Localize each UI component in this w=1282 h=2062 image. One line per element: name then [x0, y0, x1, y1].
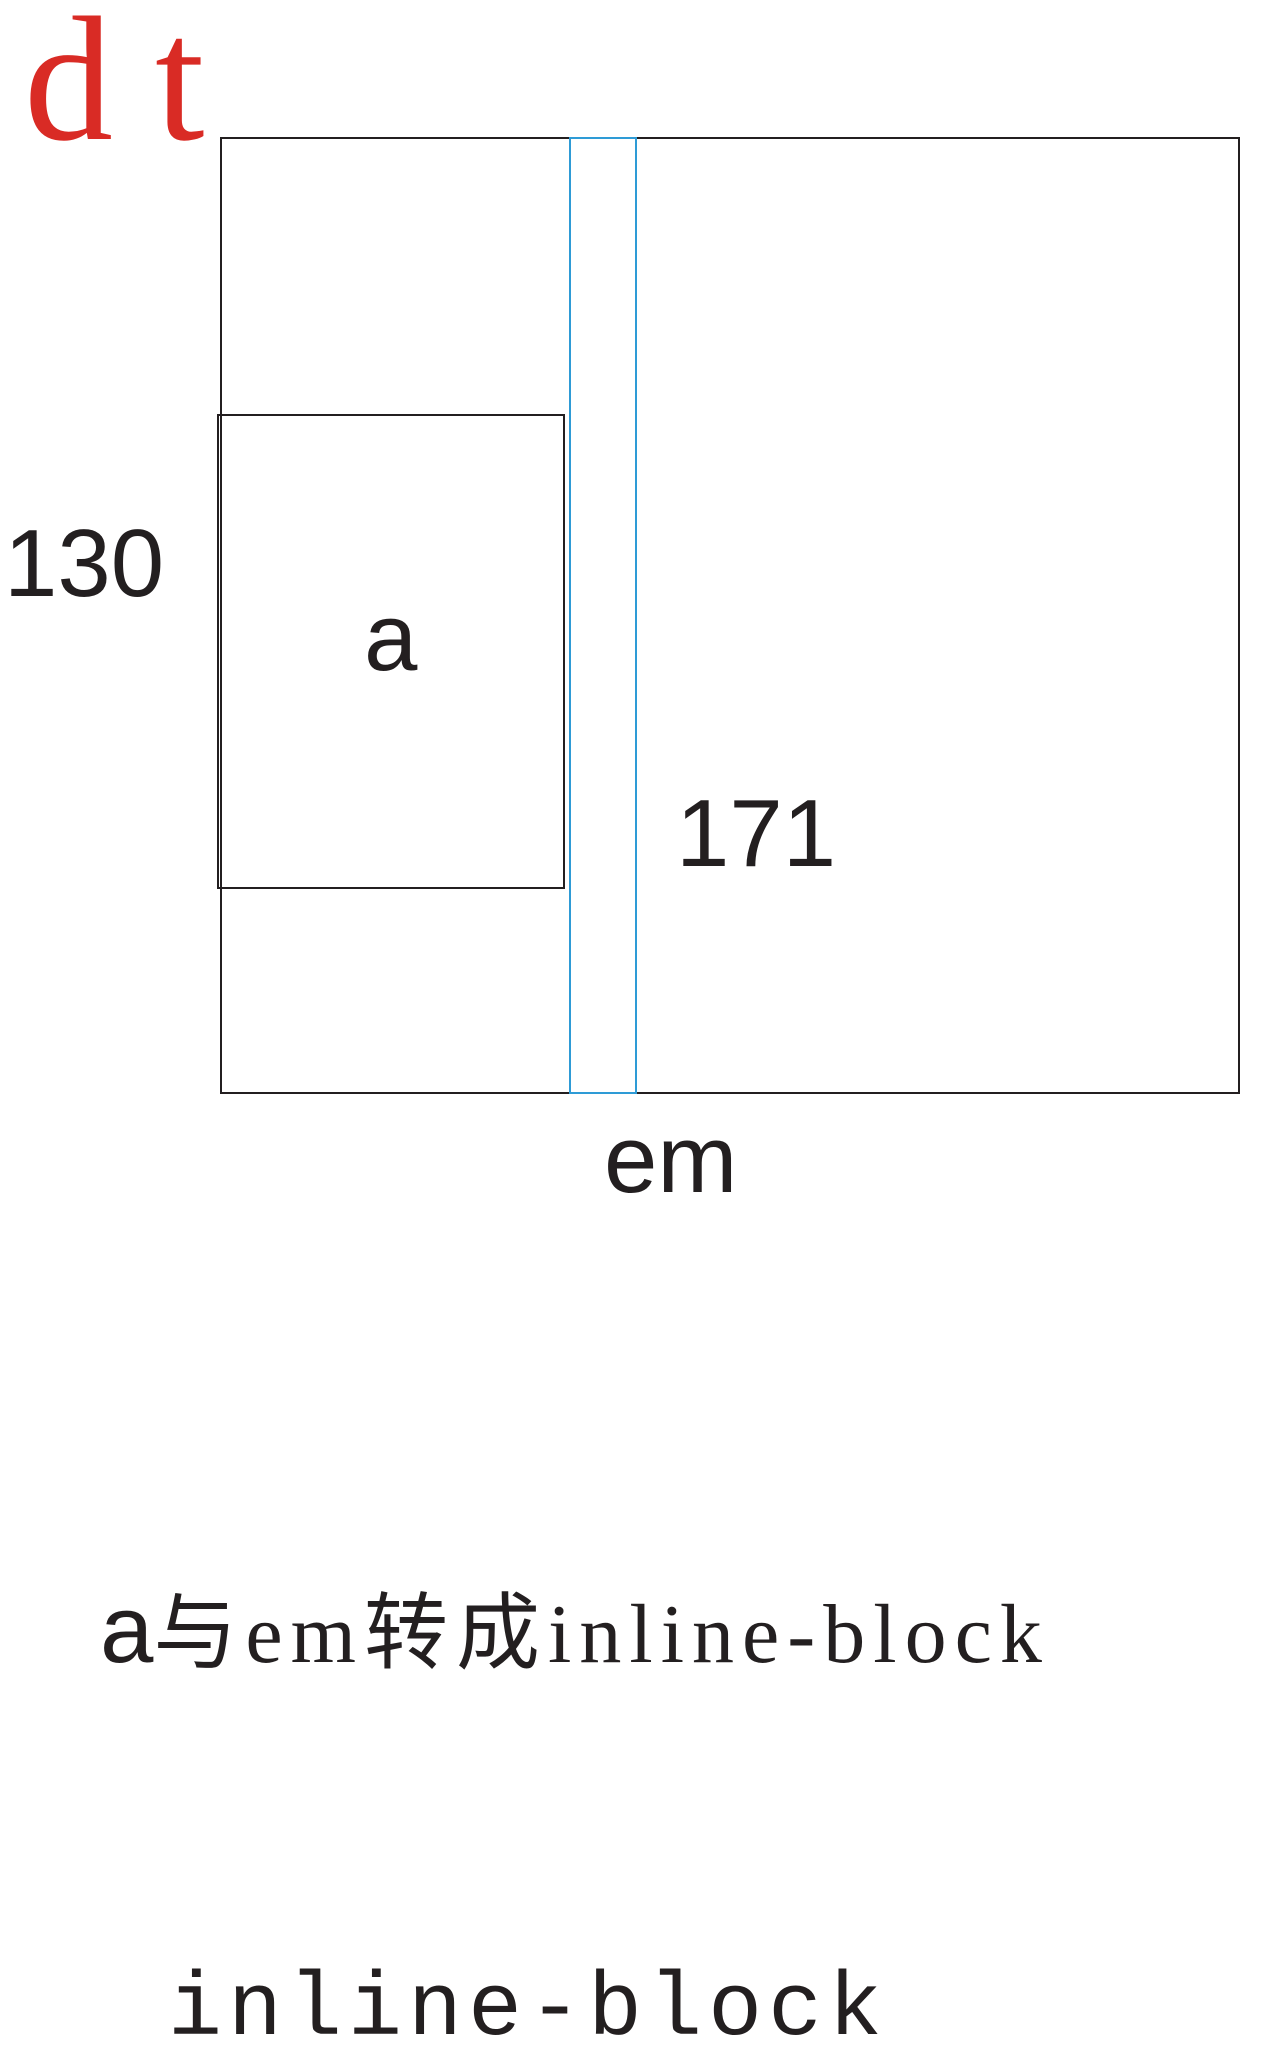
a-height-label: 130 — [4, 510, 165, 617]
em-strip — [569, 137, 637, 1094]
a-name-label: a — [364, 584, 418, 691]
caption-rest: 与em转成inline-block — [153, 1588, 1050, 1681]
caption-line: a与em转成inline-block — [100, 1582, 1050, 1678]
dt-title: dt — [24, 0, 247, 178]
caption-inline-block: inline-block — [168, 1960, 889, 2062]
caption-lead: a — [100, 1576, 154, 1683]
dt-height-label: 171 — [676, 780, 837, 887]
em-name-label: em — [604, 1106, 738, 1213]
